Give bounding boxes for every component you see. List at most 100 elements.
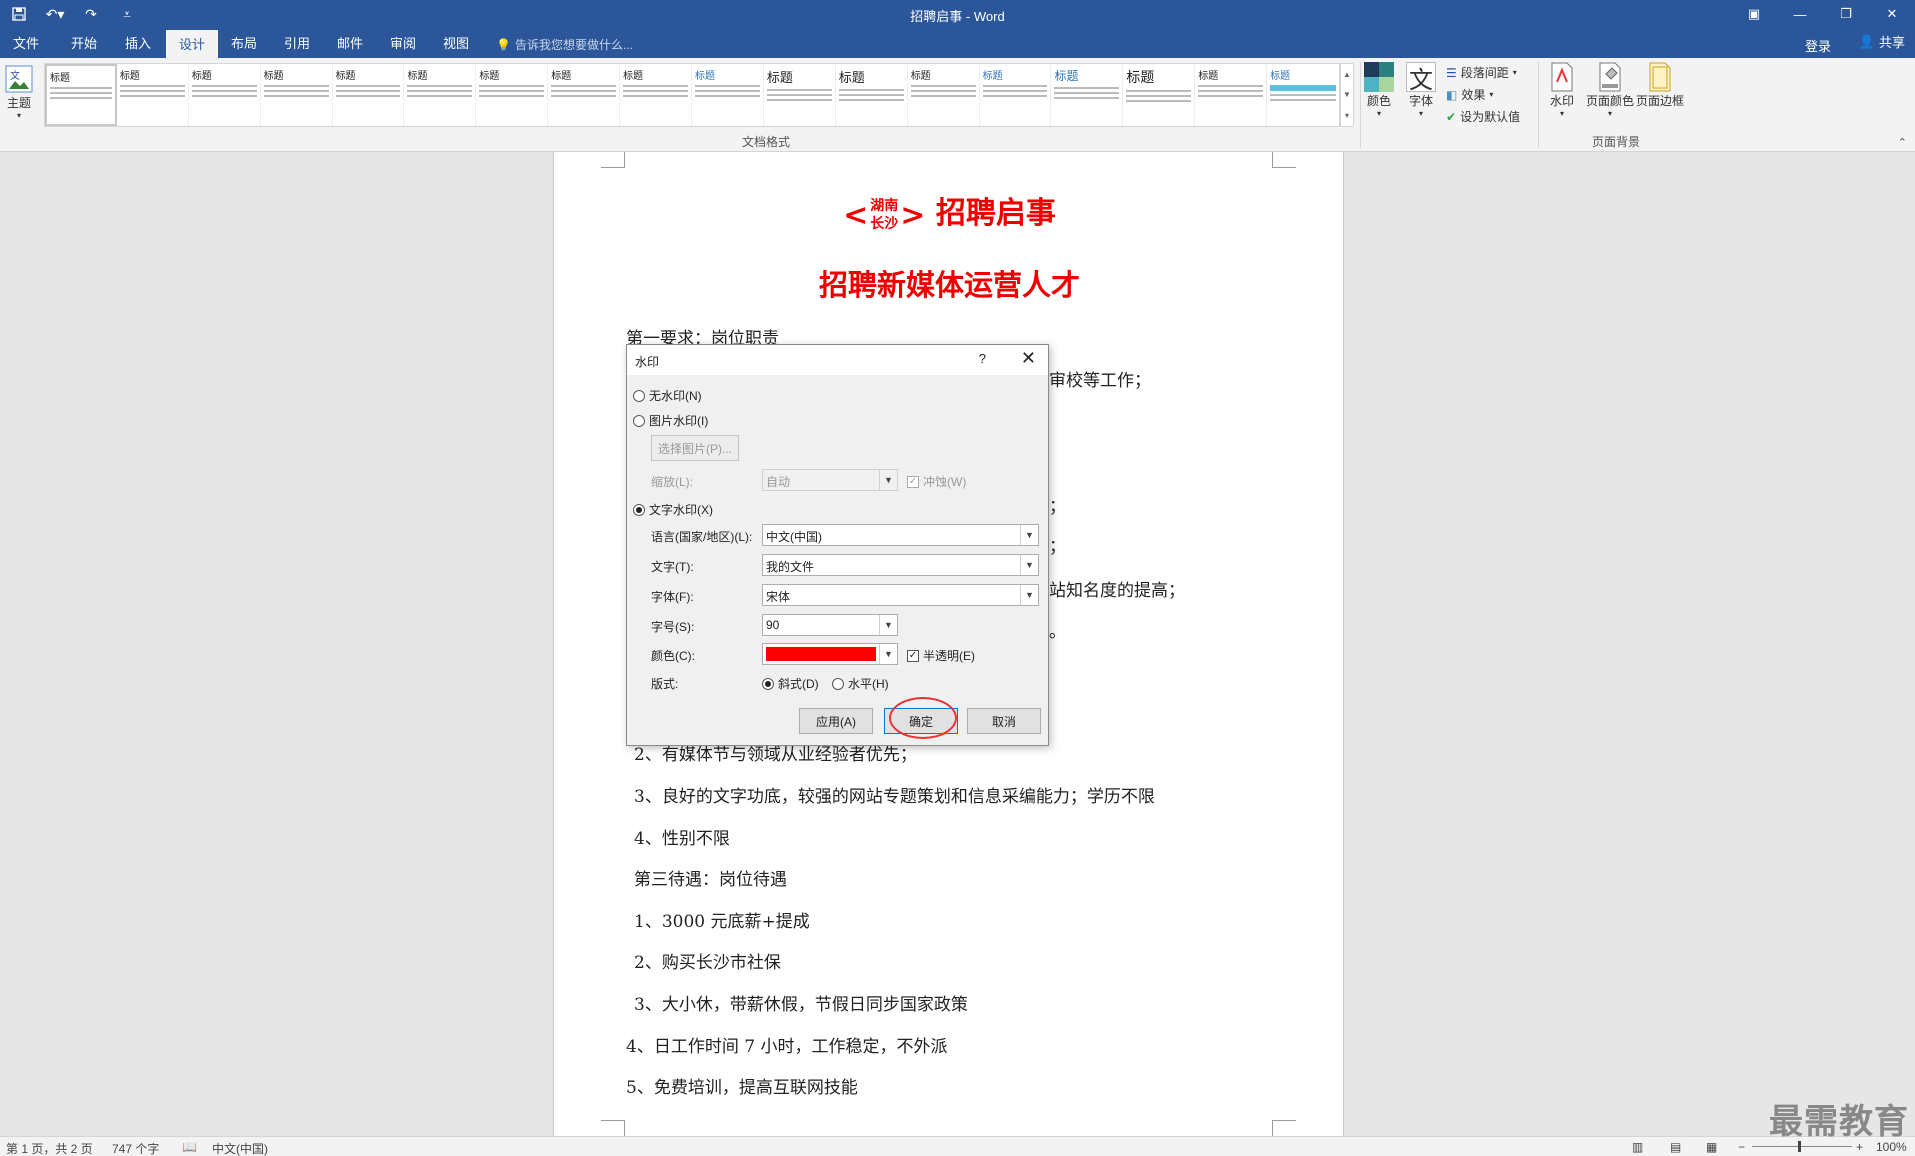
paragraph-line[interactable]: 站知名度的提高； bbox=[1049, 576, 1185, 601]
apply-button[interactable]: 应用(A) bbox=[799, 708, 873, 734]
style-set-thumb[interactable]: 标题 bbox=[908, 64, 980, 126]
colors-button[interactable]: 颜色 ▾ bbox=[1364, 62, 1394, 118]
ribbon-display-icon[interactable]: ▣ bbox=[1731, 0, 1777, 28]
style-set-thumb[interactable]: 标题 bbox=[836, 64, 908, 126]
color-picker[interactable]: ▼ bbox=[762, 643, 898, 665]
style-set-thumb[interactable]: 标题 bbox=[620, 64, 693, 126]
tab-references[interactable]: 引用 bbox=[275, 30, 319, 58]
text-watermark-radio[interactable]: 文字水印(X) bbox=[633, 501, 713, 518]
close-window-icon[interactable]: ✕ bbox=[1869, 0, 1915, 28]
page-count[interactable]: 第 1 页，共 2 页 bbox=[6, 1140, 93, 1156]
paragraph-spacing-dropdown-icon: ▾ bbox=[1512, 68, 1517, 77]
style-set-thumb[interactable]: 标题 bbox=[117, 64, 189, 126]
document-title[interactable]: < 湖南 长沙 > 招聘启事 bbox=[554, 188, 1345, 233]
set-as-default-button[interactable]: ✔ 设为默认值 bbox=[1446, 108, 1520, 125]
share-button[interactable]: 👤 共享 bbox=[1859, 32, 1905, 51]
status-language[interactable]: 中文(中国) bbox=[212, 1140, 268, 1156]
diagonal-radio[interactable]: 斜式(D) bbox=[762, 675, 819, 692]
font-select[interactable]: 宋体 ▼ bbox=[762, 584, 1039, 606]
paragraph-line[interactable]: ； bbox=[1049, 492, 1066, 517]
zoom-slider[interactable] bbox=[1752, 1146, 1852, 1147]
style-set-thumb[interactable]: 标题 bbox=[692, 64, 764, 126]
tab-review[interactable]: 审阅 bbox=[381, 30, 425, 58]
combined-stack: 湖南 长沙 bbox=[870, 197, 898, 233]
style-set-thumb[interactable]: 标题 bbox=[261, 64, 333, 126]
margin-corner bbox=[601, 1120, 625, 1136]
paragraph-line[interactable]: 1、3000 元底薪+提成 bbox=[634, 907, 810, 932]
login-link[interactable]: 登录 bbox=[1805, 36, 1831, 55]
proofing-icon[interactable]: 📖 bbox=[182, 1140, 197, 1154]
style-set-thumb[interactable]: 标题 bbox=[189, 64, 261, 126]
collapse-ribbon-icon[interactable]: ⌃ bbox=[1898, 136, 1907, 149]
page-borders-button[interactable]: 页面边框 bbox=[1636, 62, 1684, 109]
style-set-thumb[interactable]: 标题 bbox=[45, 64, 117, 126]
paragraph-line[interactable]: 4、日工作时间 7 小时，工作稳定，不外派 bbox=[626, 1032, 947, 1057]
paragraph-line[interactable]: 2、购买长沙市社保 bbox=[634, 948, 781, 973]
print-layout-icon[interactable]: ▤ bbox=[1670, 1140, 1681, 1154]
watermark-button[interactable]: 水印 ▾ bbox=[1547, 62, 1577, 118]
style-set-thumb[interactable]: 标题 bbox=[476, 64, 549, 126]
fonts-button[interactable]: 文 字体 ▾ bbox=[1406, 62, 1436, 118]
paragraph-line[interactable]: 第三待遇：岗位待遇 bbox=[634, 865, 787, 890]
style-set-thumb[interactable]: 标题 bbox=[1195, 64, 1268, 126]
minimize-icon[interactable]: — bbox=[1777, 0, 1823, 28]
gallery-scrollbar[interactable]: ▲ ▼ ▾ bbox=[1340, 63, 1354, 127]
document-subtitle[interactable]: 招聘新媒体运营人才 bbox=[554, 262, 1345, 304]
language-select[interactable]: 中文(中国) ▼ bbox=[762, 524, 1039, 546]
scale-select[interactable]: 自动 ▼ bbox=[762, 469, 898, 491]
tell-me-box[interactable]: 💡 告诉我您想要做什么... bbox=[496, 36, 633, 53]
style-set-thumb[interactable]: 标题 bbox=[548, 64, 621, 126]
read-mode-icon[interactable]: ▥ bbox=[1632, 1140, 1643, 1154]
style-set-thumb[interactable]: 标题 bbox=[1267, 64, 1339, 126]
paragraph-spacing-button[interactable]: ☰ 段落间距 ▾ bbox=[1446, 64, 1517, 81]
size-combo[interactable]: 90 ▼ bbox=[762, 614, 898, 636]
tab-insert[interactable]: 插入 bbox=[116, 30, 160, 58]
semitransparent-checkbox[interactable]: ✓ 半透明(E) bbox=[907, 647, 975, 664]
size-value: 90 bbox=[766, 618, 780, 632]
paragraph-line[interactable]: 。 bbox=[1049, 617, 1066, 642]
paragraph-line[interactable]: 5、免费培训，提高互联网技能 bbox=[626, 1073, 858, 1098]
paragraph-line[interactable]: 4、性别不限 bbox=[634, 824, 730, 849]
style-thumb-title: 标题 bbox=[479, 71, 500, 82]
horizontal-radio[interactable]: 水平(H) bbox=[832, 675, 889, 692]
themes-button[interactable]: 文 主题 ▾ bbox=[4, 64, 34, 120]
zoom-out-icon[interactable]: − bbox=[1738, 1140, 1745, 1154]
style-set-thumb[interactable]: 标题 bbox=[764, 64, 836, 126]
dialog-close-icon[interactable]: ✕ bbox=[1021, 348, 1036, 369]
page-color-button[interactable]: 页面颜色 ▾ bbox=[1586, 62, 1634, 118]
style-set-thumb[interactable]: 标题 bbox=[1051, 64, 1124, 126]
paragraph-line[interactable]: ； bbox=[1049, 532, 1066, 557]
title-bracket-left: < bbox=[843, 197, 869, 233]
washout-checkbox[interactable]: ✓ 冲蚀(W) bbox=[907, 473, 966, 490]
status-bar: 第 1 页，共 2 页 747 个字 📖 中文(中国) ▥ ▤ ▦ − + 10… bbox=[0, 1136, 1915, 1156]
paragraph-line[interactable]: 审校等工作； bbox=[1049, 366, 1151, 391]
restore-icon[interactable]: ❐ bbox=[1823, 0, 1869, 28]
no-watermark-radio[interactable]: 无水印(N) bbox=[633, 387, 702, 404]
tab-view[interactable]: 视图 bbox=[434, 30, 478, 58]
tab-file[interactable]: 文件 bbox=[6, 30, 46, 58]
tab-design[interactable]: 设计 bbox=[166, 30, 218, 58]
tab-home[interactable]: 开始 bbox=[62, 30, 106, 58]
chevron-down-icon: ▼ bbox=[879, 644, 897, 664]
style-set-thumb[interactable]: 标题 bbox=[404, 64, 477, 126]
select-picture-button[interactable]: 选择图片(P)... bbox=[651, 435, 739, 461]
style-set-thumb[interactable]: 标题 bbox=[333, 64, 405, 126]
text-combo[interactable]: 我的文件 ▼ bbox=[762, 554, 1039, 576]
picture-watermark-radio[interactable]: 图片水印(I) bbox=[633, 412, 708, 429]
tab-layout[interactable]: 布局 bbox=[222, 30, 266, 58]
help-icon[interactable]: ? bbox=[979, 351, 986, 366]
cancel-button[interactable]: 取消 bbox=[967, 708, 1041, 734]
tab-mailings[interactable]: 邮件 bbox=[328, 30, 372, 58]
brand-logo-text: 最需教育 bbox=[1769, 1102, 1909, 1142]
checkbox-box: ✓ bbox=[907, 475, 919, 488]
style-thumb-title: 标题 bbox=[1054, 69, 1079, 83]
style-set-thumb[interactable]: 标题 bbox=[1123, 64, 1196, 126]
paragraph-line[interactable]: 3、大小休，带薪休假，节假日同步国家政策 bbox=[634, 990, 968, 1015]
effects-button[interactable]: ◧ 效果 ▾ bbox=[1446, 86, 1493, 103]
window-controls: ▣ — ❐ ✕ bbox=[1731, 0, 1915, 28]
paragraph-line[interactable]: 3、良好的文字功底，较强的网站专题策划和信息采编能力；学历不限 bbox=[634, 782, 1155, 807]
colors-icon bbox=[1364, 62, 1394, 92]
word-count[interactable]: 747 个字 bbox=[112, 1140, 159, 1156]
web-layout-icon[interactable]: ▦ bbox=[1706, 1140, 1717, 1154]
style-set-thumb[interactable]: 标题 bbox=[980, 64, 1052, 126]
